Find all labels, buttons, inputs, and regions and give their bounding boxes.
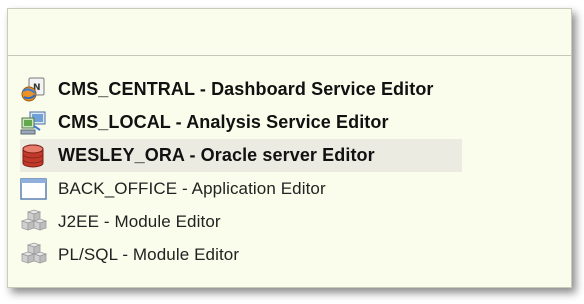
module-cubes-icon [20,242,48,268]
list-item-label: CMS_LOCAL - Analysis Service Editor [58,112,389,132]
list-item-wesley-ora[interactable]: WESLEY_ORA - Oracle server Editor [20,139,462,172]
list-item-label: BACK_OFFICE - Application Editor [58,178,326,198]
list-item-label: PL/SQL - Module Editor [58,244,240,264]
window-frame: N CMS_CENTRAL - Dashboard Service Editor [0,0,584,304]
database-icon [20,143,48,169]
module-cubes-icon [20,209,48,235]
list-item-label: J2EE - Module Editor [58,211,221,231]
list-item-j2ee[interactable]: J2EE - Module Editor [20,205,568,238]
list-item-plsql[interactable]: PL/SQL - Module Editor [20,238,568,271]
analysis-service-icon [20,110,48,136]
list-item-label: CMS_CENTRAL - Dashboard Service Editor [58,79,434,99]
editor-list-panel: N CMS_CENTRAL - Dashboard Service Editor [7,8,572,288]
list-item-cms-local[interactable]: CMS_LOCAL - Analysis Service Editor [20,106,568,139]
list-item-back-office[interactable]: BACK_OFFICE - Application Editor [20,172,568,205]
editor-list: N CMS_CENTRAL - Dashboard Service Editor [20,73,568,271]
list-item-cms-central[interactable]: N CMS_CENTRAL - Dashboard Service Editor [20,73,568,106]
application-window-icon [20,176,48,202]
dashboard-service-icon: N [20,77,48,103]
list-item-label: WESLEY_ORA - Oracle server Editor [58,145,375,165]
header-divider [8,55,571,56]
